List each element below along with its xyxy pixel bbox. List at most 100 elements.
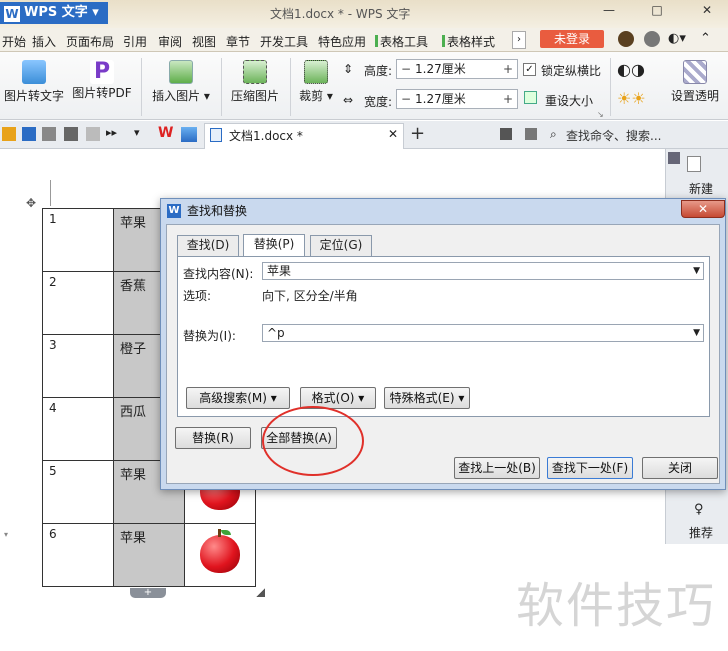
- tab-goto[interactable]: 定位(G): [310, 235, 372, 256]
- height-stepper[interactable]: −1.27厘米 +: [396, 59, 518, 79]
- width-icon: ⇔: [343, 93, 354, 107]
- reset-size-button[interactable]: 重设大小: [545, 92, 593, 109]
- minimize-button[interactable]: —: [598, 3, 620, 21]
- menu-features[interactable]: 特色应用: [318, 33, 366, 50]
- compress-image-button[interactable]: 压缩图片: [228, 60, 282, 104]
- menu-home[interactable]: 开始: [2, 33, 26, 50]
- settings-icon[interactable]: [644, 31, 660, 47]
- dialog-close-button[interactable]: ✕: [681, 200, 725, 218]
- chevron-down-icon: ▾: [92, 5, 99, 20]
- ribbon-launcher-icon[interactable]: ↘: [597, 110, 604, 119]
- close-tab-icon[interactable]: ✕: [388, 127, 398, 141]
- lock-ratio-label: 锁定纵横比: [541, 64, 602, 78]
- search-icon: ⌕: [550, 127, 557, 141]
- tab-replace[interactable]: 替换(P): [243, 234, 305, 256]
- image-cell[interactable]: [184, 523, 256, 587]
- recommend-button[interactable]: 推荐: [689, 524, 713, 541]
- brightness-icon[interactable]: ☀☀: [617, 89, 646, 108]
- close-button[interactable]: 关闭: [642, 457, 718, 479]
- panel-icon[interactable]: [668, 152, 680, 164]
- window-icon[interactable]: [525, 128, 537, 140]
- annotation-circle: [262, 406, 364, 476]
- insert-image-button[interactable]: 插入图片 ▾: [148, 60, 214, 104]
- command-search-input[interactable]: 查找命令、搜索...: [566, 127, 661, 144]
- replace-tab-panel: 查找内容(N): 苹果 ▼ 选项: 向下, 区分全/半角 替换为(I): ^p ▼ …: [177, 256, 710, 417]
- crop-button[interactable]: 裁剪 ▾: [296, 60, 336, 104]
- resize-handle-icon[interactable]: [256, 588, 265, 597]
- special-format-button[interactable]: 特殊格式(E) ▾: [384, 387, 470, 409]
- find-label: 查找内容(N):: [183, 267, 254, 281]
- row-number: 1: [42, 208, 114, 272]
- increment-icon[interactable]: +: [499, 60, 517, 78]
- find-input[interactable]: 苹果 ▼: [262, 262, 704, 280]
- tab-document[interactable]: 文档1.docx *: [204, 123, 404, 149]
- height-label: 高度:: [364, 64, 393, 78]
- menu-page-layout[interactable]: 页面布局: [66, 33, 114, 50]
- menu-chapter[interactable]: 章节: [226, 33, 250, 50]
- compress-image-label: 压缩图片: [230, 89, 279, 103]
- collapse-ribbon-icon[interactable]: ⌃: [700, 31, 711, 46]
- print-icon[interactable]: [64, 127, 78, 141]
- cloud-icon[interactable]: [181, 127, 197, 142]
- decrement-icon[interactable]: −: [397, 90, 415, 108]
- preview-icon[interactable]: [86, 127, 100, 141]
- transparent-icon: [683, 60, 707, 84]
- width-stepper[interactable]: −1.27厘米 +: [396, 89, 518, 109]
- play-icon[interactable]: [500, 128, 512, 140]
- add-row-button[interactable]: +: [130, 588, 166, 598]
- menu-developer[interactable]: 开发工具: [260, 33, 308, 50]
- save-icon[interactable]: [22, 127, 36, 141]
- menu-view[interactable]: 视图: [192, 33, 216, 50]
- increment-icon[interactable]: +: [499, 90, 517, 108]
- wps-home-icon[interactable]: W: [158, 125, 173, 141]
- advanced-search-label: 高级搜索(M): [199, 391, 267, 405]
- open-folder-icon[interactable]: [2, 127, 16, 141]
- wps-logo-icon: W: [4, 6, 20, 22]
- new-tab-button[interactable]: +: [410, 123, 425, 144]
- print-preview-icon[interactable]: [42, 127, 56, 141]
- tab-find[interactable]: 查找(D): [177, 235, 239, 256]
- new-document-button[interactable]: 新建: [689, 180, 713, 197]
- image-to-pdf-button[interactable]: P 图片转PDF: [70, 60, 134, 101]
- replace-input[interactable]: ^p ▼: [262, 324, 704, 342]
- help-icon[interactable]: ◐▾: [668, 31, 686, 46]
- skin-icon[interactable]: [618, 31, 634, 47]
- decrement-icon[interactable]: −: [397, 60, 415, 78]
- login-button[interactable]: 未登录: [540, 30, 604, 48]
- menu-table-tools[interactable]: 表格工具: [375, 33, 428, 50]
- close-window-button[interactable]: ✕: [696, 3, 718, 21]
- dropdown-icon[interactable]: ▾: [134, 126, 140, 139]
- replace-button[interactable]: 替换(R): [175, 427, 251, 449]
- menu-review[interactable]: 审阅: [158, 33, 182, 50]
- special-format-label: 特殊格式(E): [389, 391, 455, 405]
- menu-insert[interactable]: 插入: [32, 33, 56, 50]
- image-to-text-icon: [22, 60, 46, 84]
- new-doc-icon: [687, 156, 701, 172]
- advanced-search-button[interactable]: 高级搜索(M) ▾: [186, 387, 290, 409]
- image-to-text-button[interactable]: 图片转文字: [2, 60, 66, 104]
- image-to-pdf-label: 图片转PDF: [72, 86, 132, 100]
- find-previous-button[interactable]: 查找上一处(B): [454, 457, 540, 479]
- contrast-icon[interactable]: ◐◑: [617, 60, 645, 79]
- format-label: 格式(O): [311, 391, 355, 405]
- apple-icon[interactable]: [200, 528, 240, 573]
- image-icon: [169, 60, 193, 84]
- chevron-down-icon[interactable]: ▼: [693, 325, 700, 341]
- more-icon[interactable]: ▸▸: [106, 126, 117, 139]
- menu-table-style[interactable]: 表格样式: [442, 33, 495, 50]
- maximize-button[interactable]: □: [646, 3, 668, 21]
- menu-references[interactable]: 引用: [123, 33, 147, 50]
- find-next-button[interactable]: 查找下一处(F): [547, 457, 633, 479]
- menu-scroll-right-button[interactable]: ›: [512, 31, 526, 49]
- fruit-cell[interactable]: 苹果: [113, 523, 185, 587]
- dialog-title: 查找和替换: [187, 204, 248, 218]
- table-move-handle-icon[interactable]: ✥: [26, 196, 36, 210]
- set-transparent-button[interactable]: 设置透明: [664, 60, 726, 104]
- chevron-down-icon[interactable]: ▼: [693, 263, 700, 279]
- app-menu-button[interactable]: W WPS 文字 ▾: [0, 2, 108, 24]
- lock-ratio-checkbox[interactable]: ✓: [523, 63, 536, 76]
- row-number: 6: [42, 523, 114, 587]
- width-label: 宽度:: [364, 95, 393, 109]
- insert-image-label: 插入图片: [152, 89, 201, 103]
- width-value: 1.27厘米: [415, 92, 466, 106]
